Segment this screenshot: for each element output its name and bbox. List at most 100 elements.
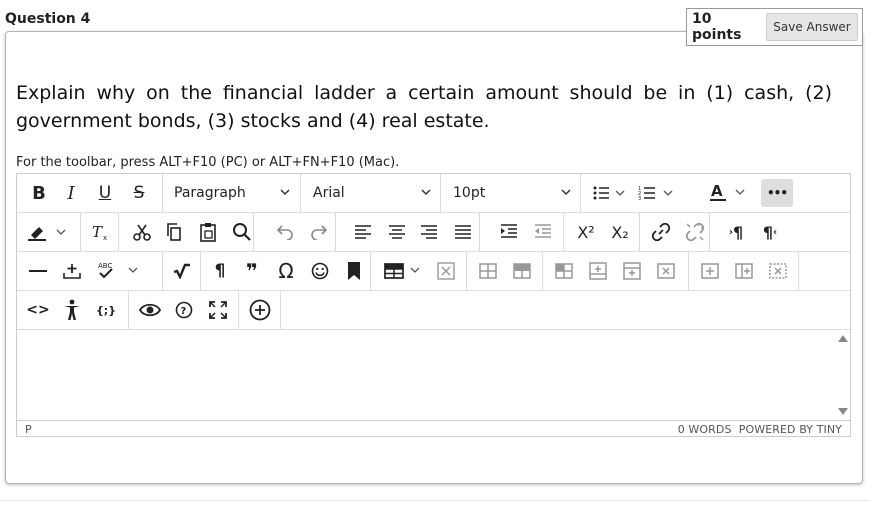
toolbar-hint: For the toolbar, press ALT+F10 (PC) or A… xyxy=(16,155,400,170)
delete-table-button[interactable] xyxy=(433,257,459,285)
toolbar-row-4: <> {;} ? xyxy=(17,291,850,330)
more-toolbar-button[interactable]: ••• xyxy=(761,179,793,207)
row-props-button[interactable] xyxy=(551,257,577,285)
copy-button[interactable] xyxy=(161,218,187,246)
insert-link-button[interactable] xyxy=(648,218,674,246)
bookmark-button[interactable] xyxy=(341,257,367,285)
element-path[interactable]: P xyxy=(25,423,32,436)
insert-anchor-button[interactable] xyxy=(59,257,85,285)
spellcheck-button[interactable]: ABC xyxy=(97,257,141,285)
redo-icon xyxy=(311,225,328,240)
editor-scrollbar[interactable] xyxy=(836,330,850,420)
align-left-icon xyxy=(355,225,371,239)
bold-button[interactable]: B xyxy=(27,179,51,207)
blockquote-button[interactable]: ❞ xyxy=(239,257,265,285)
save-answer-button[interactable]: Save Answer xyxy=(766,13,858,41)
clipboard-icon xyxy=(200,223,216,242)
cut-button[interactable] xyxy=(129,218,155,246)
paragraph-mark-button[interactable]: ¶ xyxy=(207,257,233,285)
delete-col-button[interactable] xyxy=(765,257,791,285)
help-button[interactable]: ? xyxy=(171,296,197,324)
history-group xyxy=(254,213,336,251)
italic-button[interactable]: I xyxy=(59,179,83,207)
spellcheck-icon: ABC xyxy=(98,262,138,279)
font-family-group: Arial xyxy=(301,174,441,212)
source-code-button[interactable]: <> xyxy=(25,296,51,324)
insert-col-before-button[interactable] xyxy=(697,257,723,285)
highlighter-icon xyxy=(28,227,66,241)
rtl-button[interactable]: ¶ ‹ xyxy=(756,218,784,246)
svg-text:T: T xyxy=(92,223,103,241)
row-props-icon xyxy=(555,263,573,279)
toolbar-row-2: Tx X² X₂ › ¶ ¶ ‹ xyxy=(17,213,850,252)
font-color-button[interactable]: A xyxy=(707,179,751,207)
align-left-button[interactable] xyxy=(350,218,376,246)
list-group: 123 A ••• xyxy=(581,174,793,212)
delete-row-icon xyxy=(657,263,675,279)
delete-table-icon xyxy=(437,262,455,280)
strikethrough-button[interactable]: S xyxy=(127,179,151,207)
ltr-button[interactable]: › ¶ xyxy=(722,218,750,246)
find-replace-button[interactable] xyxy=(229,218,255,246)
redo-button[interactable] xyxy=(306,218,332,246)
ltr-pilcrow: ¶ xyxy=(732,222,744,242)
insert-col-after-button[interactable] xyxy=(731,257,757,285)
font-size-select[interactable]: 10pt xyxy=(453,179,579,207)
code-group: <> {;} xyxy=(17,291,129,329)
svg-text:3: 3 xyxy=(638,196,641,201)
align-right-button[interactable] xyxy=(416,218,442,246)
undo-icon xyxy=(276,225,293,240)
justify-button[interactable] xyxy=(450,218,476,246)
paste-button[interactable] xyxy=(195,218,221,246)
underline-button[interactable]: U xyxy=(93,179,117,207)
align-center-button[interactable] xyxy=(384,218,410,246)
eye-icon xyxy=(139,303,161,317)
code-sample-button[interactable]: {;} xyxy=(93,296,119,324)
bookmark-icon xyxy=(348,262,360,280)
special-character-button[interactable]: Ω xyxy=(273,257,299,285)
editor-statusbar: P 0 WORDS POWERED BY TINY xyxy=(17,420,850,437)
question-title: Question 4 xyxy=(5,11,91,27)
clear-formatting-button[interactable]: Tx xyxy=(87,218,113,246)
scroll-down-arrow-icon xyxy=(838,408,848,415)
link-icon xyxy=(651,222,671,242)
insert-row-before-button[interactable] xyxy=(585,257,611,285)
square-root-icon xyxy=(173,263,190,279)
table-col-group xyxy=(689,252,799,290)
font-family-select[interactable]: Arial xyxy=(313,179,439,207)
svg-text:x: x xyxy=(103,234,107,242)
word-count[interactable]: 0 WORDS xyxy=(678,423,732,436)
bullet-list-icon xyxy=(593,186,625,200)
numbered-list-button[interactable]: 123 xyxy=(635,179,679,207)
horizontal-line-button[interactable] xyxy=(25,257,51,285)
block-format-group: Paragraph xyxy=(163,174,301,212)
superscript-button[interactable]: X² xyxy=(572,218,600,246)
preview-button[interactable] xyxy=(137,296,163,324)
insert-row-after-button[interactable] xyxy=(619,257,645,285)
smiley-icon xyxy=(311,262,329,280)
subscript-button[interactable]: X₂ xyxy=(606,218,634,246)
align-center-icon xyxy=(389,225,405,239)
table-cell-props-button[interactable] xyxy=(475,257,501,285)
special-char-group: ¶ ❞ Ω xyxy=(201,252,371,290)
highlight-color-button[interactable] xyxy=(25,218,73,246)
math-equation-button[interactable] xyxy=(169,257,195,285)
remove-link-button[interactable] xyxy=(682,218,708,246)
powered-by-link[interactable]: POWERED BY TINY xyxy=(739,423,842,436)
table-button[interactable] xyxy=(383,257,423,285)
merge-cells-button[interactable] xyxy=(509,257,535,285)
undo-button[interactable] xyxy=(272,218,298,246)
fullscreen-button[interactable] xyxy=(205,296,231,324)
svg-text:?: ? xyxy=(181,306,187,317)
emoticons-button[interactable] xyxy=(307,257,333,285)
delete-row-button[interactable] xyxy=(653,257,679,285)
block-format-select[interactable]: Paragraph xyxy=(174,179,298,207)
editor-content-area[interactable] xyxy=(17,330,850,420)
indent-button[interactable] xyxy=(496,218,522,246)
outdent-button[interactable] xyxy=(530,218,556,246)
insert-group: ABC xyxy=(17,252,163,290)
add-content-button[interactable] xyxy=(247,296,273,324)
script-group: X² X₂ xyxy=(564,213,640,251)
accessibility-button[interactable] xyxy=(59,296,85,324)
bullet-list-button[interactable] xyxy=(589,179,629,207)
